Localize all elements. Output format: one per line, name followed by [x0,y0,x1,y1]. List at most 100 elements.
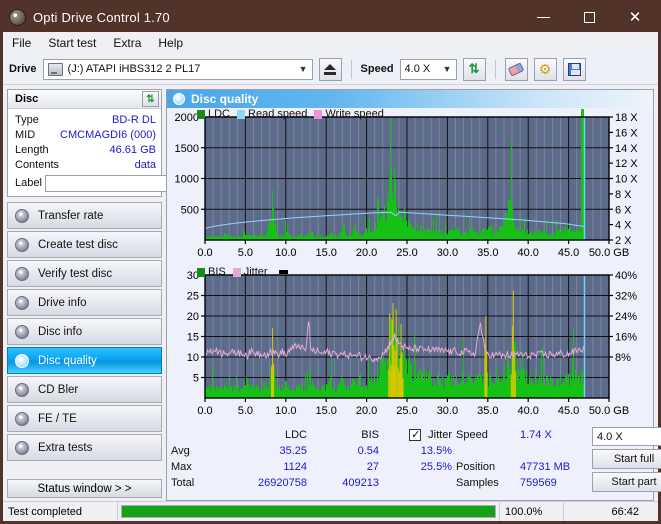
svg-text:5.0: 5.0 [238,405,253,417]
sidebar-item-disc-quality[interactable]: Disc quality [7,347,162,374]
svg-text:50.0 GB: 50.0 GB [589,247,629,259]
close-button[interactable]: ✕ [612,3,658,32]
stats-row-max: Max 1124 27 25.5% [171,459,456,475]
position-value: 47731 MB [520,461,571,473]
sidebar-item-label: Disc quality [38,354,97,367]
disc-icon [15,411,29,426]
test-speed-select[interactable]: 4.0 X ▼ [592,427,661,446]
sidebar-item-cd-bler[interactable]: CD Bler [7,376,162,403]
sidebar-item-fe-te[interactable]: FE / TE [7,405,162,432]
disc-icon [15,324,29,339]
erase-button[interactable] [504,57,528,81]
stats-side-labels: Speed Position Samples [456,427,520,500]
legend-swatch [232,267,241,277]
disc-info-panel: Disc ⇅ Type BD-R DL MID CMCMAGDI6 (000) … [7,89,245,197]
svg-text:30.0: 30.0 [437,247,458,259]
svg-text:40.0: 40.0 [517,247,538,259]
refresh-icon: ⇅ [146,93,155,105]
disc-row-mid: MID CMCMAGDI6 (000) [15,127,156,142]
resize-grip[interactable] [644,502,658,521]
stats-row-avg: Avg 35.25 0.54 13.5% [171,443,456,459]
jitter-checkbox[interactable] [409,428,422,441]
svg-text:0.0: 0.0 [197,405,212,417]
disc-row-value: 46.61 GB [109,143,156,156]
drive-select[interactable]: (J:) ATAPI iHBS312 2 PL17 ▼ [42,58,313,80]
sidebar-item-transfer-rate[interactable]: Transfer rate [7,202,162,229]
menu-item-extra[interactable]: Extra [113,36,141,50]
legend-label: Read speed [248,108,308,120]
toolbar-divider [494,59,496,79]
svg-text:10 X: 10 X [615,174,638,186]
menu-item-file[interactable]: File [12,36,31,50]
sidebar-item-label: FE / TE [38,412,77,425]
sidebar-item-disc-info[interactable]: Disc info [7,318,162,345]
start-full-button[interactable]: Start full [592,449,661,469]
legend-swatch [197,109,205,119]
sidebar-item-extra-tests[interactable]: Extra tests [7,434,162,461]
disc-icon [15,295,29,310]
svg-text:20: 20 [187,311,199,323]
speed-select[interactable]: 4.0 X ▼ [399,58,457,80]
eject-button[interactable] [318,57,342,81]
sidebar-item-label: Extra tests [38,441,93,454]
sidebar-item-label: CD Bler [38,383,79,396]
sidebar-item-verify-test-disc[interactable]: Verify test disc [7,260,162,287]
status-window-button[interactable]: Status window > > [7,479,162,498]
minimize-button[interactable] [520,3,566,32]
menu-bar: File Start test Extra Help [3,32,658,54]
svg-text:10.0: 10.0 [275,405,296,417]
chevron-down-icon: ▼ [442,64,452,74]
speed-value: 1.74 X [520,429,552,441]
settings-button[interactable]: ⚙ [533,57,557,81]
legend-label: Jitter [243,266,268,278]
sidebar-item-create-test-disc[interactable]: Create test disc [7,231,162,258]
stats-row-label: Max [171,461,192,473]
svg-text:1000: 1000 [175,174,199,186]
refresh-button[interactable]: ⇅ [462,57,486,81]
disc-refresh-button[interactable]: ⇅ [142,91,159,107]
svg-text:25: 25 [187,291,199,303]
svg-text:15.0: 15.0 [315,405,336,417]
disc-quality-panel: Disc quality LDC Read speed Write speed … [166,89,661,501]
eraser-icon [507,61,525,77]
disc-panel-title: Disc [15,93,39,105]
menu-item-help[interactable]: Help [158,36,183,50]
speed-select-value: 4.0 X [404,63,431,75]
progress-bar [118,502,500,521]
panel-header: Disc quality [167,90,653,108]
svg-text:1500: 1500 [175,143,199,155]
legend-label: BIS [208,266,226,278]
save-button[interactable] [562,57,586,81]
window-title: Opti Drive Control 1.70 [33,10,170,25]
disc-label-row: Label [15,174,245,192]
sidebar-item-drive-info[interactable]: Drive info [7,289,162,316]
stats-col-jitter-group: Jitter [379,428,456,441]
maximize-button[interactable] [566,3,612,32]
statistics-area: LDC BIS Jitter Avg 35.25 0.54 13.5% [167,424,661,500]
disc-label-key: Label [15,177,42,189]
stats-col-jitter: Jitter [428,429,452,441]
bis-jitter-chart: BIS Jitter 30 25 20 15 10 5 40% 32% 24% 16% 8% 0.0 5… [167,266,653,425]
svg-text:15.0: 15.0 [315,247,336,259]
ldc-chart-svg: 2000 1500 1000 500 18 X 16 X 14 X 12 X 10 X 8 X 6 … [175,109,638,259]
disc-icon [15,353,29,368]
legend-jitter: Jitter [232,266,268,278]
menu-item-start-test[interactable]: Start test [48,36,96,50]
legend-ldc: LDC [197,108,230,120]
disc-row-value: BD-R DL [111,113,156,126]
test-controls: 4.0 X ▼ Start full Start part [592,427,661,500]
save-icon [567,62,581,76]
svg-text:4 X: 4 X [615,220,632,232]
progress-fill [122,506,495,517]
start-part-button[interactable]: Start part [592,472,661,492]
stats-value-jitter: 13.5% [420,445,452,457]
svg-text:30.0: 30.0 [437,405,458,417]
disc-row-value: CMCMAGDI6 (000) [60,128,156,141]
svg-text:35.0: 35.0 [477,247,498,259]
svg-text:40.0: 40.0 [517,405,538,417]
stats-side-values: 1.74 X 47731 MB 759569 [520,427,592,500]
charts-area: LDC Read speed Write speed 2000 1500 1000 5… [167,108,653,424]
stats-col-bis: BIS [361,429,379,441]
disc-row-contents: Contents data [15,157,156,172]
svg-text:16%: 16% [615,332,637,344]
